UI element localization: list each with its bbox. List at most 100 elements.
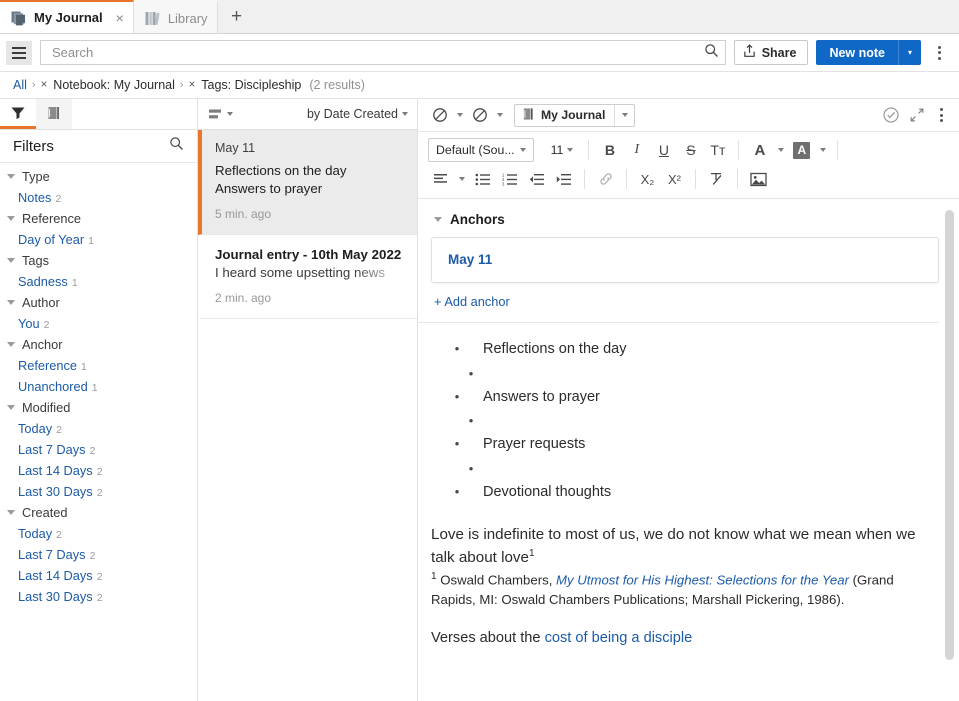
no-notebook-dropdown-caret-icon[interactable]: [493, 104, 506, 127]
check-circle-icon[interactable]: [879, 104, 902, 127]
filter-item-modified-last-30-days[interactable]: Last 30 Days 2: [0, 481, 197, 502]
anchor-card[interactable]: May 11: [431, 237, 939, 283]
list-item[interactable]: • Reflections on the day: [431, 337, 937, 362]
tab-my-journal[interactable]: My Journal ×: [0, 0, 134, 33]
highlight-color-caret-icon[interactable]: [816, 139, 829, 162]
note-list-item-journal-entry[interactable]: Journal entry - 10th May 2022 I heard so…: [198, 235, 417, 320]
no-notebook-circle-slash-icon[interactable]: [468, 104, 491, 127]
breadcrumb-remove-tag-icon[interactable]: ×: [189, 79, 198, 91]
bullet-list-icon[interactable]: [470, 167, 495, 191]
footnote-reference[interactable]: 1: [529, 548, 535, 559]
anchor-label[interactable]: May 11: [448, 252, 492, 267]
list-view-icon[interactable]: [208, 108, 233, 121]
hamburger-icon[interactable]: [6, 40, 32, 65]
notebook-icon[interactable]: [36, 99, 72, 129]
closing-link[interactable]: cost of being a disciple: [545, 630, 693, 646]
funnel-filter-icon[interactable]: [0, 99, 36, 129]
tab-library[interactable]: Library: [133, 0, 218, 33]
filter-item-sadness[interactable]: Sadness 1: [0, 271, 197, 292]
note-paragraph[interactable]: Love is indefinite to most of us, we do …: [431, 504, 937, 569]
new-note-button[interactable]: New note: [816, 40, 898, 65]
link-icon[interactable]: [593, 167, 618, 191]
no-tag-dropdown-caret-icon[interactable]: [453, 104, 466, 127]
filter-item-reference[interactable]: Reference 1: [0, 355, 197, 376]
filter-item-day-of-year[interactable]: Day of Year 1: [0, 229, 197, 250]
no-tag-circle-slash-icon[interactable]: [428, 104, 451, 127]
list-item[interactable]: • Devotional thoughts: [431, 480, 937, 505]
notebook-selector[interactable]: My Journal: [514, 103, 636, 127]
font-size-selector[interactable]: 11: [544, 138, 581, 162]
filter-item-modified-last-7-days[interactable]: Last 7 Days 2: [0, 439, 197, 460]
filter-item-modified-today[interactable]: Today 2: [0, 418, 197, 439]
strikethrough-button[interactable]: S: [678, 138, 703, 162]
insert-image-icon[interactable]: [746, 167, 771, 191]
filter-group-modified[interactable]: Modified: [0, 397, 197, 418]
search-field-wrapper[interactable]: [40, 40, 726, 65]
search-input[interactable]: [50, 44, 704, 61]
clear-formatting-icon[interactable]: [704, 167, 729, 191]
indent-icon[interactable]: [551, 167, 576, 191]
list-item[interactable]: •: [431, 362, 937, 385]
filter-group-tags[interactable]: Tags: [0, 250, 197, 271]
breadcrumb-all[interactable]: All: [13, 78, 27, 92]
sort-selector[interactable]: by Date Created: [307, 107, 408, 121]
share-button[interactable]: Share: [733, 40, 809, 65]
list-item[interactable]: •: [431, 409, 937, 432]
editor-content-area[interactable]: Anchors May 11 + Add anchor • Reflection…: [418, 199, 959, 701]
filter-group-anchor[interactable]: Anchor: [0, 334, 197, 355]
filter-item-unanchored[interactable]: Unanchored 1: [0, 376, 197, 397]
note-footnote[interactable]: 1 Oswald Chambers, My Utmost for His Hig…: [431, 569, 937, 610]
search-icon[interactable]: [704, 43, 719, 63]
filter-group-reference[interactable]: Reference: [0, 208, 197, 229]
close-icon[interactable]: ×: [116, 11, 124, 25]
kebab-menu-icon[interactable]: [929, 41, 949, 65]
font-family-selector[interactable]: Default (Sou...: [428, 138, 534, 162]
align-caret-icon[interactable]: [455, 168, 468, 191]
filter-group-type[interactable]: Type: [0, 166, 197, 187]
notebook-selector-main[interactable]: My Journal: [515, 105, 614, 126]
tab-label: Library: [167, 10, 208, 26]
filter-item-created-last-30-days[interactable]: Last 30 Days 2: [0, 586, 197, 607]
breadcrumb-item-notebook[interactable]: Notebook: My Journal: [53, 78, 175, 92]
note-closing-paragraph[interactable]: Verses about the cost of being a discipl…: [431, 610, 937, 649]
align-left-icon[interactable]: [428, 167, 453, 191]
underline-button[interactable]: U: [651, 138, 676, 162]
new-tab-button[interactable]: +: [218, 0, 256, 33]
expand-arrows-icon[interactable]: [905, 104, 928, 127]
numbered-list-icon[interactable]: 1 2 3: [497, 167, 522, 191]
filter-group-author[interactable]: Author: [0, 292, 197, 313]
editor-scrollbar[interactable]: [945, 206, 954, 697]
text-color-button[interactable]: A: [747, 138, 772, 162]
anchors-header[interactable]: Anchors: [431, 212, 939, 227]
italic-button[interactable]: I: [624, 138, 649, 162]
add-anchor-button[interactable]: + Add anchor: [431, 294, 939, 309]
new-note-dropdown-caret-icon[interactable]: ▾: [898, 40, 921, 65]
filter-item-created-last-14-days[interactable]: Last 14 Days 2: [0, 565, 197, 586]
list-item[interactable]: •: [431, 457, 937, 480]
editor-scrollbar-thumb[interactable]: [945, 210, 954, 660]
note-document[interactable]: • Reflections on the day • • Answers to …: [418, 323, 959, 649]
breadcrumb-item-tag[interactable]: Tags: Discipleship: [201, 78, 301, 92]
outdent-icon[interactable]: [524, 167, 549, 191]
filters-search-icon[interactable]: [169, 136, 184, 156]
filter-item-created-today[interactable]: Today 2: [0, 523, 197, 544]
filter-item-you[interactable]: You 2: [0, 313, 197, 334]
filter-group-created[interactable]: Created: [0, 502, 197, 523]
text-style-button[interactable]: Tᴛ: [705, 138, 730, 162]
tab-bar-filler: [255, 0, 959, 33]
bold-button[interactable]: B: [597, 138, 622, 162]
highlight-color-button[interactable]: A: [789, 138, 814, 162]
list-item[interactable]: • Prayer requests: [431, 432, 937, 457]
list-item[interactable]: • Answers to prayer: [431, 385, 937, 410]
kebab-menu-icon[interactable]: [931, 103, 951, 127]
superscript-button[interactable]: X²: [662, 167, 687, 191]
filter-item-created-last-7-days[interactable]: Last 7 Days 2: [0, 544, 197, 565]
text-color-caret-icon[interactable]: [774, 139, 787, 162]
filter-item-notes[interactable]: Notes 2: [0, 187, 197, 208]
breadcrumb-remove-notebook-icon[interactable]: ×: [41, 79, 50, 91]
chevron-down-icon: [7, 258, 15, 263]
subscript-button[interactable]: X₂: [635, 167, 660, 191]
notebook-selector-caret-icon[interactable]: [614, 104, 634, 126]
filter-item-modified-last-14-days[interactable]: Last 14 Days 2: [0, 460, 197, 481]
note-list-item-reflections[interactable]: May 11 Reflections on the day Answers to…: [198, 130, 417, 236]
